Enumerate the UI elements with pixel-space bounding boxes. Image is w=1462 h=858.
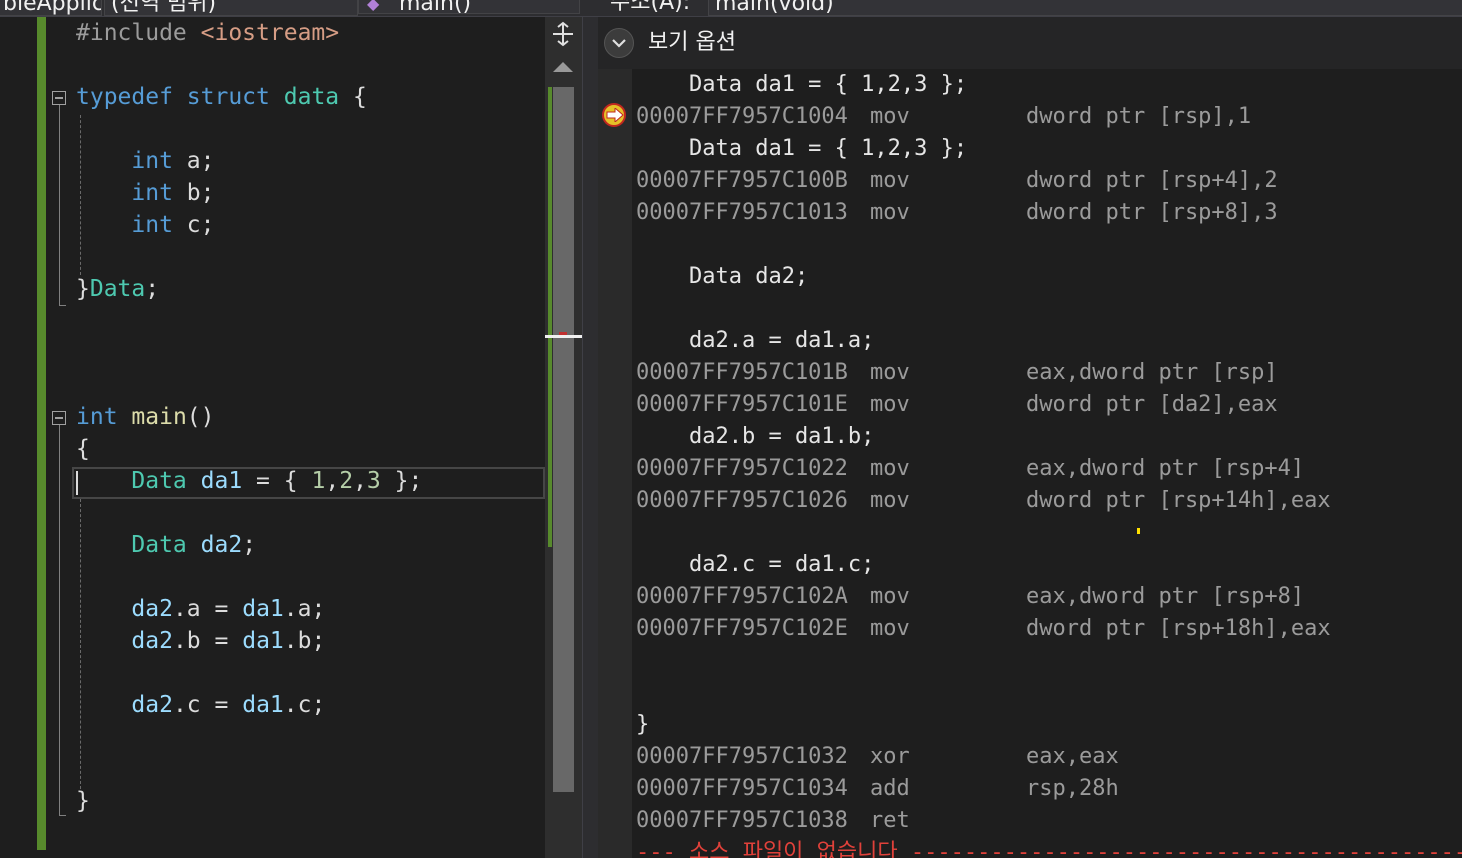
code-line-current: Data da1 = { 1,2,3 }; [131, 468, 423, 494]
view-options-toggle[interactable] [604, 28, 634, 58]
asm-address: 00007FF7957C101B [636, 360, 848, 385]
asm-operands: eax,dword ptr [rsp+4] [1026, 456, 1305, 481]
asm-opcode: ret [870, 808, 910, 833]
code-line: int main() [76, 404, 215, 430]
asm-operands: dword ptr [da2],eax [1026, 392, 1278, 417]
asm-operands: dword ptr [rsp],1 [1026, 104, 1252, 129]
fold-guide-end [59, 305, 66, 306]
code-line: { [76, 436, 90, 462]
collapse-struct-icon[interactable] [52, 91, 66, 105]
asm-operands: dword ptr [rsp+18h],eax [1026, 616, 1331, 641]
code-line: } [76, 788, 90, 814]
source-line: da2.a = da1.a; [636, 328, 875, 353]
asm-operands: dword ptr [rsp+14h],eax [1026, 488, 1331, 513]
asm-operands: dword ptr [rsp+4],2 [1026, 168, 1278, 193]
source-editor[interactable]: #include <iostream> typedef struct data … [0, 17, 545, 858]
editor-scrollbar[interactable] [545, 17, 582, 858]
change-tracking-bar [37, 17, 46, 850]
asm-operands: eax,eax [1026, 744, 1119, 769]
asm-operands: rsp,28h [1026, 776, 1119, 801]
project-dropdown[interactable]: bleApplic [0, 0, 102, 16]
split-window-icon[interactable] [550, 21, 576, 47]
code-line: #include <iostream> [76, 20, 340, 46]
asm-address: 00007FF7957C1004 [636, 104, 848, 129]
fold-guide [59, 425, 60, 815]
address-label: 주소(A): [610, 0, 691, 14]
source-line: } [636, 712, 650, 737]
asm-opcode: mov [870, 104, 910, 129]
asm-address: 00007FF7957C1022 [636, 456, 848, 481]
source-line: Data da2; [636, 264, 809, 289]
function-dropdown-label: main() [399, 0, 472, 14]
source-line: Data da1 = { 1,2,3 }; [636, 136, 968, 161]
view-options-bar: 보기 옵션 [598, 17, 1462, 69]
asm-address: 00007FF7957C102E [636, 616, 848, 641]
scrollbar-change-marker [548, 87, 552, 547]
source-line: Data da1 = { 1,2,3 }; [636, 72, 968, 97]
code-line: da2.a = da1.a; [131, 596, 326, 622]
asm-opcode: mov [870, 200, 910, 225]
asm-opcode: mov [870, 488, 910, 513]
code-line: da2.b = da1.b; [131, 628, 326, 654]
asm-opcode: mov [870, 392, 910, 417]
code-line: int c; [131, 212, 215, 238]
code-line: typedef struct data { [76, 84, 367, 110]
asm-opcode: add [870, 776, 910, 801]
no-source-warning: --- 소스 파일이 없습니다 ------------------------… [636, 840, 1462, 858]
view-options-label[interactable]: 보기 옵션 [648, 27, 736, 59]
source-line: da2.b = da1.b; [636, 424, 875, 449]
cursor-mark [1137, 528, 1140, 534]
pane-splitter[interactable] [582, 17, 598, 858]
disassembly-gutter[interactable] [598, 69, 632, 858]
asm-address: 00007FF7957C101E [636, 392, 848, 417]
collapse-main-icon[interactable] [52, 411, 66, 425]
scrollbar-thumb[interactable] [553, 87, 574, 792]
asm-address: 00007FF7957C1038 [636, 808, 848, 833]
scrollbar-breakpoint-marker [559, 332, 567, 335]
code-line: int a; [131, 148, 215, 174]
asm-opcode: mov [870, 456, 910, 481]
scroll-up-arrow-icon[interactable] [553, 62, 573, 72]
asm-address: 00007FF7957C1034 [636, 776, 848, 801]
chevron-down-icon [612, 39, 626, 48]
scope-dropdown[interactable]: (전역 범위) [104, 0, 358, 16]
fold-guide [59, 105, 60, 305]
code-line: Data da2; [131, 532, 257, 558]
asm-opcode: xor [870, 744, 910, 769]
function-icon: ◆ [367, 0, 380, 13]
code-line: int b; [131, 180, 215, 206]
asm-opcode: mov [870, 616, 910, 641]
asm-operands: eax,dword ptr [rsp] [1026, 360, 1278, 385]
asm-opcode: mov [870, 360, 910, 385]
navigation-bar: bleApplic (전역 범위) ◆ main() 주소(A): main(v… [0, 0, 1462, 17]
asm-address: 00007FF7957C100B [636, 168, 848, 193]
source-line: da2.c = da1.c; [636, 552, 875, 577]
asm-opcode: mov [870, 584, 910, 609]
asm-address: 00007FF7957C1032 [636, 744, 848, 769]
fold-guide-end [59, 815, 66, 816]
asm-address: 00007FF7957C1013 [636, 200, 848, 225]
code-line: }Data; [76, 276, 160, 302]
function-dropdown[interactable]: ◆ main() [358, 0, 580, 14]
disassembly-window[interactable]: 보기 옵션 Data da1 = { 1,2,3 }; 00007FF7957C1… [598, 17, 1462, 858]
asm-operands: eax,dword ptr [rsp+8] [1026, 584, 1305, 609]
asm-address: 00007FF7957C102A [636, 584, 848, 609]
code-line: da2.c = da1.c; [131, 692, 326, 718]
scrollbar-caret-marker [545, 335, 582, 338]
instruction-pointer-icon [602, 103, 626, 127]
asm-address: 00007FF7957C1026 [636, 488, 848, 513]
asm-operands: dword ptr [rsp+8],3 [1026, 200, 1278, 225]
asm-opcode: mov [870, 168, 910, 193]
address-input[interactable]: main(void) [708, 0, 1462, 16]
